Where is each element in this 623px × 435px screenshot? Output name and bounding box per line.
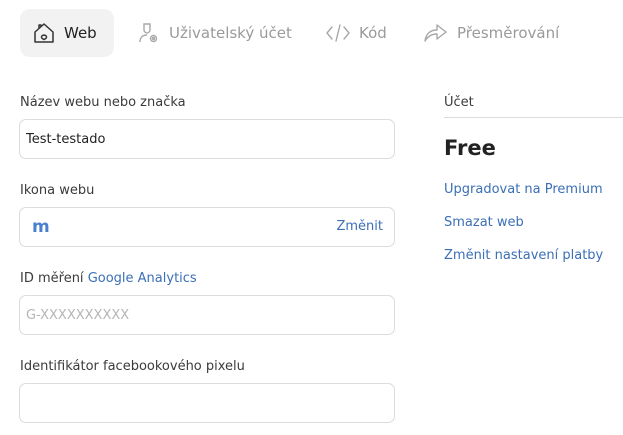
tab-label: Přesměrování	[457, 24, 560, 42]
user-settings-icon	[137, 21, 161, 45]
facebook-pixel-label: Identifikátor facebookového pixelu	[20, 359, 245, 374]
analytics-label: ID měření Google Analytics	[20, 271, 197, 286]
site-name-label: Název webu nebo značka	[20, 95, 186, 110]
change-icon-link[interactable]: Změnit	[336, 219, 383, 234]
plan-name: Free	[444, 136, 496, 160]
facebook-pixel-input[interactable]	[20, 384, 394, 422]
site-icon-field: m Změnit	[19, 207, 395, 247]
tab-web[interactable]: Web	[20, 9, 114, 57]
delete-site-link[interactable]: Smazat web	[444, 215, 524, 230]
site-name-field[interactable]	[19, 119, 395, 159]
account-title: Účet	[444, 95, 474, 110]
redirect-icon	[423, 21, 449, 45]
tab-user-account[interactable]: Uživatelský účet	[137, 9, 292, 57]
facebook-pixel-field[interactable]	[19, 383, 395, 423]
upgrade-premium-link[interactable]: Upgradovat na Premium	[444, 182, 603, 197]
analytics-id-input[interactable]	[20, 296, 394, 334]
tab-label: Kód	[359, 24, 387, 42]
settings-tabs: Web Uživatelský účet Kód Přesměrování	[0, 0, 623, 70]
tab-redirects[interactable]: Přesměrování	[423, 9, 559, 57]
analytics-field[interactable]	[19, 295, 395, 335]
analytics-label-prefix: ID měření	[20, 271, 84, 286]
site-icon-preview: m	[32, 217, 50, 237]
account-divider	[444, 117, 623, 118]
billing-settings-link[interactable]: Změnit nastavení platby	[444, 248, 603, 263]
site-name-input[interactable]	[20, 120, 394, 158]
site-icon-label: Ikona webu	[20, 183, 95, 198]
code-icon	[325, 21, 351, 45]
tab-label: Web	[64, 24, 97, 42]
home-icon	[32, 21, 56, 45]
google-analytics-link[interactable]: Google Analytics	[88, 271, 197, 286]
tab-label: Uživatelský účet	[169, 24, 292, 42]
tab-code[interactable]: Kód	[325, 9, 387, 57]
